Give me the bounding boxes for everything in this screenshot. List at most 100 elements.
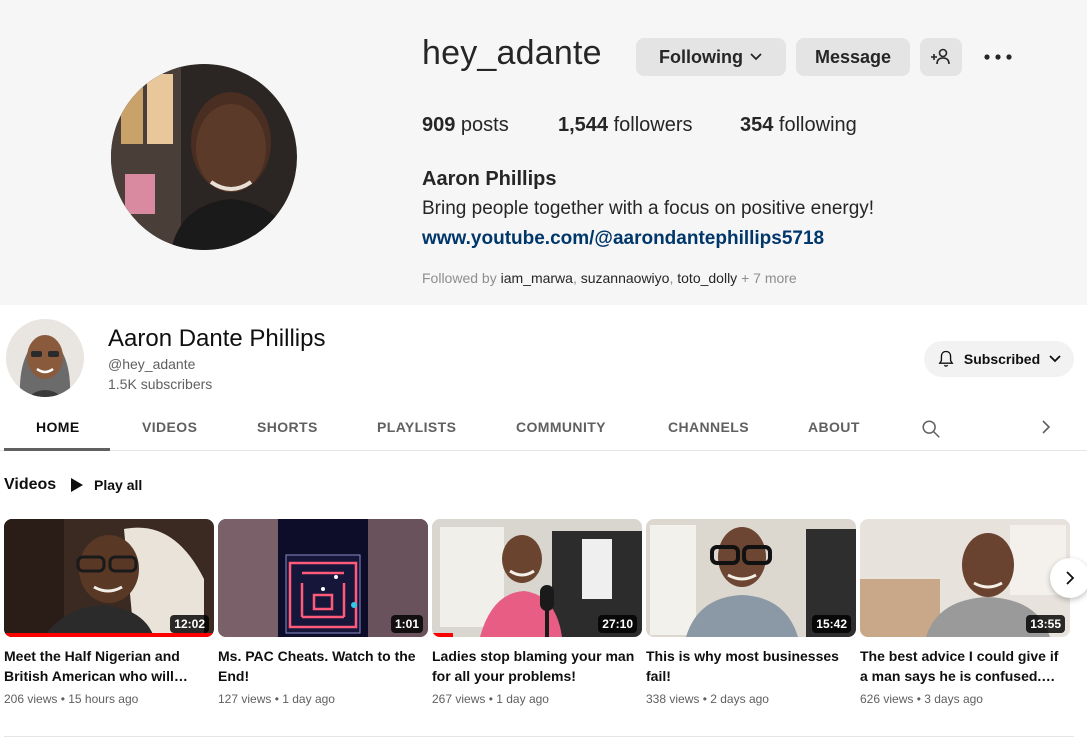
video-age: 1 day ago	[496, 692, 549, 706]
bell-icon	[938, 350, 954, 367]
followed-by-user: suzannaowiyo	[580, 270, 670, 286]
channel-search-button[interactable]	[920, 418, 942, 445]
following-button-label: Following	[659, 46, 743, 67]
video-thumbnail[interactable]: 12:02	[4, 519, 214, 637]
following-button[interactable]: Following	[636, 38, 786, 76]
followed-by-user: iam_marwa	[500, 270, 573, 286]
active-tab-indicator	[4, 448, 110, 451]
subscriber-count: 1.5K subscribers	[108, 376, 213, 392]
subscribed-label: Subscribed	[963, 351, 1041, 367]
play-all-button[interactable]: Play all	[70, 472, 142, 498]
video-title[interactable]: Ms. PAC Cheats. Watch to the End!	[218, 646, 428, 686]
add-person-icon	[931, 48, 950, 65]
video-views: 626 views	[860, 692, 914, 706]
meta-separator: •	[699, 692, 711, 706]
followers-label: followers	[608, 114, 693, 136]
video-card[interactable]: 13:55 The best advice I could give if a …	[860, 519, 1070, 706]
video-thumbnail[interactable]: 15:42	[646, 519, 856, 637]
search-icon	[922, 420, 940, 438]
followed-by-user: toto_dolly	[677, 270, 738, 286]
video-meta: 338 views • 2 days ago	[646, 692, 856, 706]
video-title[interactable]: This is why most businesses fail!	[646, 646, 856, 686]
tab-playlists[interactable]: PLAYLISTS	[377, 419, 456, 435]
channel-avatar[interactable]	[6, 319, 84, 397]
channel-name: Aaron Dante Phillips	[108, 325, 326, 352]
more-options-button[interactable]	[980, 42, 1016, 72]
subscribed-button[interactable]: Subscribed	[924, 341, 1074, 377]
tab-about[interactable]: ABOUT	[808, 419, 860, 435]
video-views: 338 views	[646, 692, 700, 706]
video-card[interactable]: 15:42 This is why most businesses fail! …	[646, 519, 856, 706]
profile-photo	[111, 64, 297, 250]
channel-avatar-illustration	[6, 319, 84, 397]
video-views: 267 views	[432, 692, 486, 706]
video-duration: 13:55	[1026, 615, 1065, 633]
followed-by-separator: ,	[572, 270, 581, 286]
video-thumbnail[interactable]: 27:10	[432, 519, 642, 637]
video-title[interactable]: Ladies stop blaming your man for all you…	[432, 646, 642, 686]
video-age: 15 hours ago	[68, 692, 139, 706]
video-title[interactable]: The best advice I could give if a man sa…	[860, 646, 1070, 686]
profile-full-name: Aaron Phillips	[422, 168, 557, 190]
video-card[interactable]: 1:01 Ms. PAC Cheats. Watch to the End! 1…	[218, 519, 428, 706]
watch-progress-bar	[4, 633, 214, 637]
message-button-label: Message	[814, 46, 892, 67]
video-meta: 626 views • 3 days ago	[860, 692, 1070, 706]
chevron-right-icon	[1066, 571, 1075, 585]
video-views: 206 views	[4, 692, 58, 706]
more-horizontal-icon	[984, 54, 1012, 60]
chevron-right-icon	[1042, 420, 1051, 434]
video-duration: 12:02	[170, 615, 209, 633]
video-duration: 1:01	[390, 615, 423, 633]
video-age: 2 days ago	[710, 692, 769, 706]
tab-community[interactable]: COMMUNITY	[516, 419, 606, 435]
videos-carousel-next-button[interactable]	[1050, 558, 1087, 598]
video-title[interactable]: Meet the Half Nigerian and British Ameri…	[4, 646, 214, 686]
followers-stat[interactable]: 1,544 followers	[558, 114, 740, 137]
video-meta: 127 views • 1 day ago	[218, 692, 428, 706]
video-thumbnail[interactable]: 13:55	[860, 519, 1070, 637]
watch-progress-bar	[432, 633, 453, 637]
tab-shorts[interactable]: SHORTS	[257, 419, 318, 435]
followed-by-text[interactable]: Followed by iam_marwa, suzannaowiyo, tot…	[422, 270, 797, 286]
video-meta: 206 views • 15 hours ago	[4, 692, 214, 706]
followed-by-more: + 7 more	[737, 270, 797, 286]
channel-tabs: HOME VIDEOS SHORTS PLAYLISTS COMMUNITY C…	[0, 404, 1087, 451]
play-all-label: Play all	[94, 477, 143, 493]
video-thumbnail[interactable]: 1:01	[218, 519, 428, 637]
video-meta: 267 views • 1 day ago	[432, 692, 642, 706]
video-age: 3 days ago	[924, 692, 983, 706]
tab-videos[interactable]: VIDEOS	[142, 419, 197, 435]
section-divider	[4, 736, 1074, 737]
followers-count: 1,544	[558, 114, 609, 136]
profile-external-link[interactable]: www.youtube.com/@aarondantephillips5718	[422, 228, 824, 250]
profile-bio: Bring people together with a focus on po…	[422, 198, 875, 219]
following-stat[interactable]: 354 following	[740, 114, 857, 137]
message-button[interactable]: Message	[796, 38, 910, 76]
meta-separator: •	[57, 692, 69, 706]
meta-separator: •	[485, 692, 497, 706]
videos-section-title[interactable]: Videos	[4, 476, 56, 494]
meta-separator: •	[271, 692, 283, 706]
followed-by-prefix: Followed by	[422, 270, 501, 286]
posts-label: posts	[455, 114, 509, 136]
video-duration: 15:42	[812, 615, 851, 633]
following-count: 354	[740, 114, 774, 136]
video-card[interactable]: 12:02 Meet the Half Nigerian and British…	[4, 519, 214, 706]
posts-count: 909	[422, 114, 456, 136]
instagram-username: hey_adante	[422, 34, 602, 72]
video-age: 1 day ago	[282, 692, 335, 706]
profile-stats: 909 posts 1,544 followers 354 following	[422, 114, 857, 137]
tab-home[interactable]: HOME	[36, 419, 80, 435]
video-card[interactable]: 27:10 Ladies stop blaming your man for a…	[432, 519, 642, 706]
posts-stat: 909 posts	[422, 114, 558, 137]
play-icon	[71, 478, 83, 492]
tab-channels[interactable]: CHANNELS	[668, 419, 749, 435]
meta-separator: •	[913, 692, 925, 706]
tabs-scroll-right-button[interactable]	[1038, 418, 1054, 441]
instagram-profile-avatar[interactable]	[111, 64, 297, 250]
instagram-profile-header: hey_adante Following Message 909 posts 1…	[0, 0, 1087, 305]
video-views: 127 views	[218, 692, 272, 706]
suggest-users-button[interactable]	[920, 38, 962, 76]
chevron-down-icon	[1049, 355, 1061, 363]
